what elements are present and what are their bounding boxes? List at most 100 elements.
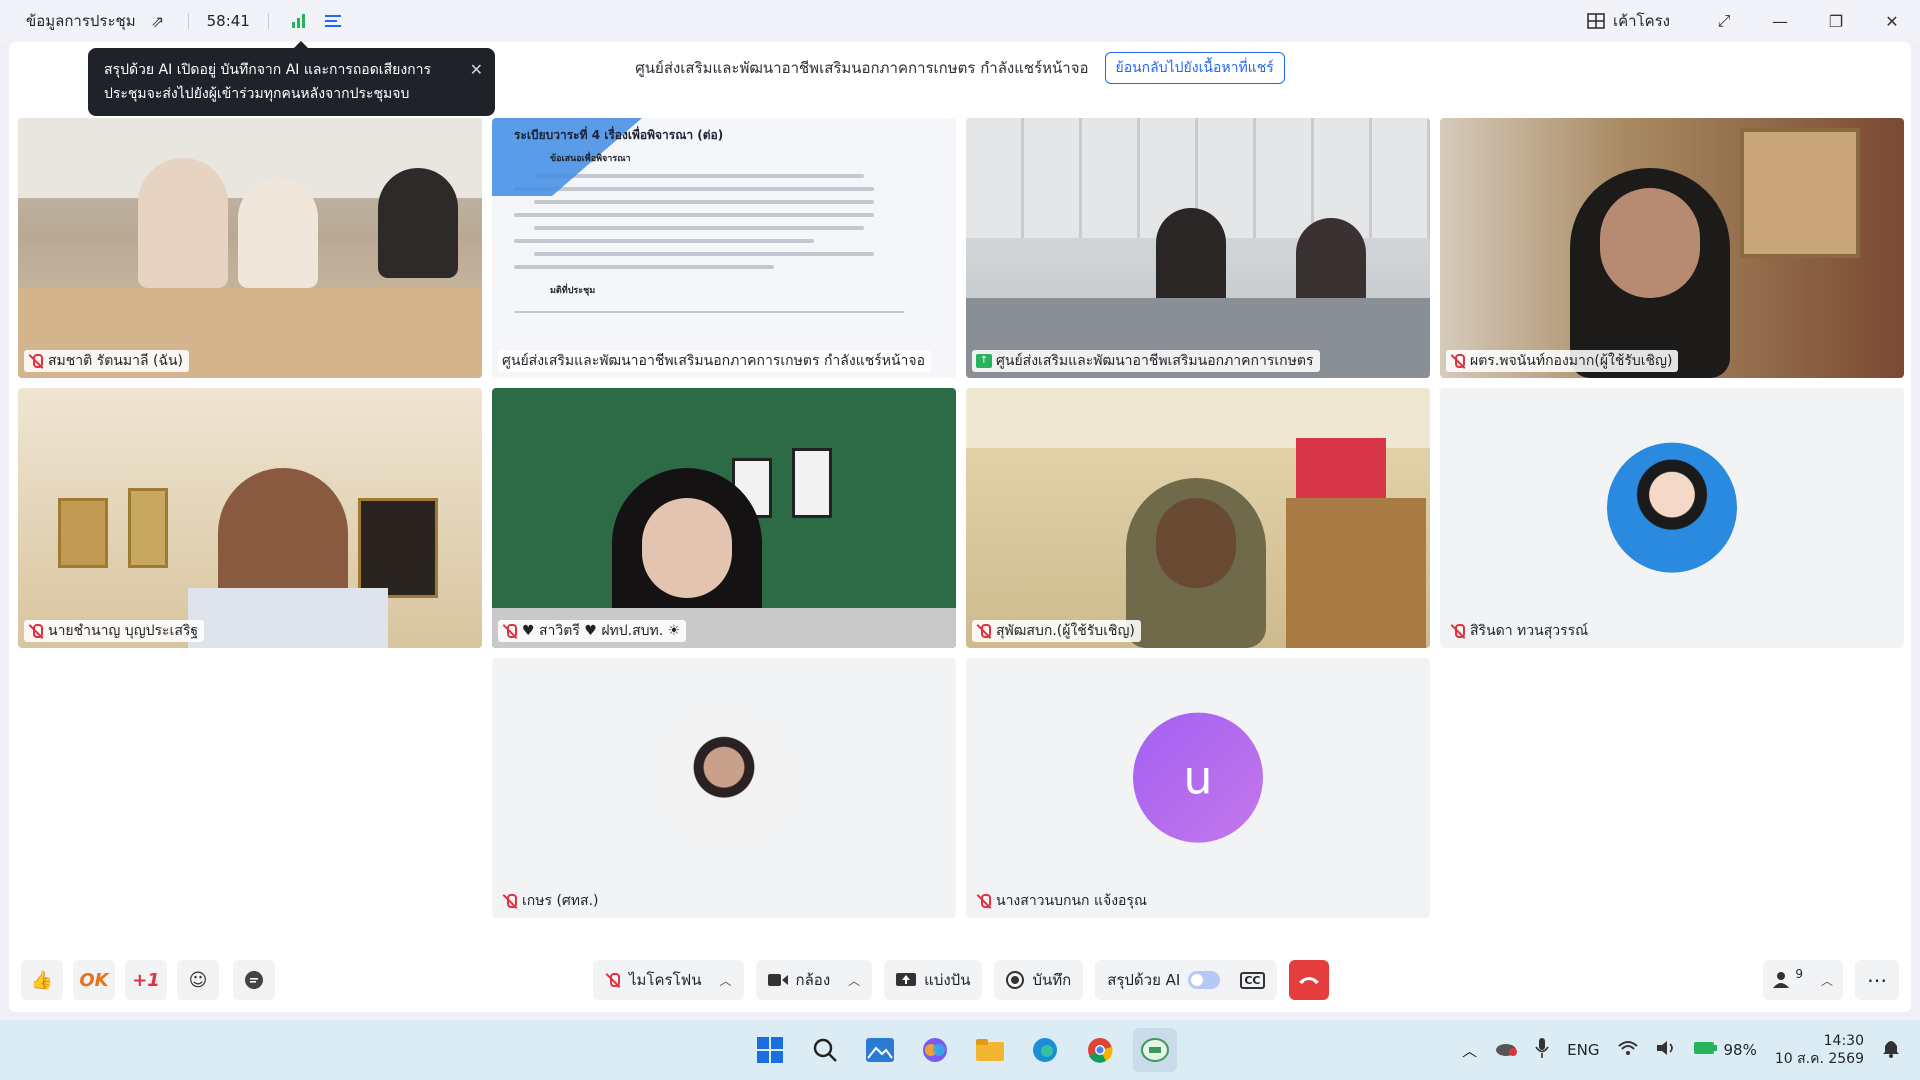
divider <box>187 13 189 29</box>
notifications-bell-icon[interactable] <box>1882 1038 1900 1062</box>
windows-start-icon[interactable] <box>748 1028 792 1072</box>
end-call-button[interactable] <box>1288 960 1329 1000</box>
video-tile[interactable]: ♥ สาวิตรี ♥ ฝทป.สบท. ☀ <box>492 388 956 648</box>
participant-name-tag: สิรินดา ทวนสุวรรณ์ <box>1446 620 1594 642</box>
participant-name-tag: นายชำนาญ บุญประเสริฐ <box>24 620 205 642</box>
screen-share-icon: ↑ <box>976 354 992 368</box>
participant-name: เกษร (ศทส.) <box>522 893 599 909</box>
restore-icon[interactable]: ❐ <box>1808 0 1864 42</box>
meeting-info-button[interactable]: ข้อมูลการประชุม <box>26 9 136 33</box>
hang-up-icon <box>1298 977 1319 984</box>
participants-button[interactable]: 9 ︿ <box>1763 960 1843 1000</box>
meeting-timer: 58:41 <box>206 12 250 30</box>
meeting-notes-icon[interactable] <box>321 9 345 33</box>
record-button[interactable]: บันทึก <box>994 960 1084 1000</box>
participant-name: นางสาวนบกนก แจ้งอรุณ <box>996 893 1147 909</box>
battery-percent: 98% <box>1723 1041 1757 1059</box>
video-tile[interactable]: นายชำนาญ บุญประเสริฐ <box>18 388 482 648</box>
mic-muted-icon <box>1450 353 1466 369</box>
mic-muted-icon <box>502 623 518 639</box>
chevron-up-icon[interactable]: ︿ <box>720 972 732 989</box>
slide-title: ระเบียบวาระที่ 4 เรื่องเพื่อพิจารณา (ต่อ… <box>514 128 724 142</box>
layout-label: เค้าโครง <box>1612 12 1670 30</box>
camera-label: กล้อง <box>795 971 831 989</box>
divider <box>267 13 269 29</box>
photos-app-icon[interactable] <box>858 1028 902 1072</box>
microphone-button[interactable]: ไมโครโฟน ︿ <box>593 960 744 1000</box>
camera-button[interactable]: กล้อง ︿ <box>755 960 873 1000</box>
ai-summary-control: สรุปด้วย AI CC <box>1095 960 1277 1000</box>
participant-name-tag: สมชาติ รัตนมาลี (ฉัน) <box>24 350 190 372</box>
record-icon <box>1006 971 1025 989</box>
system-tray: ︿ ENG 98% 14:30 10 ส.ค. 2569 <box>1462 1020 1900 1080</box>
minimize-icon[interactable]: — <box>1752 0 1808 42</box>
mic-muted-icon <box>605 972 621 988</box>
video-tile[interactable]: สุพัฒสบก.(ผู้ใช้รับเชิญ) <box>966 388 1430 648</box>
captions-icon[interactable]: CC <box>1240 971 1265 989</box>
video-tile[interactable]: ผตร.พจนันท์กองมาก(ผู้ใช้รับเชิญ) <box>1440 118 1904 378</box>
grid-icon <box>1587 13 1605 29</box>
ok-reaction-button[interactable]: OK <box>73 960 115 1000</box>
participants-icon <box>1773 972 1790 988</box>
chat-icon[interactable] <box>233 960 275 1000</box>
video-tile[interactable]: ↑ ศูนย์ส่งเสริมและพัฒนาอาชีพเสริมนอกภาคก… <box>966 118 1430 378</box>
participant-name-tag: เกษร (ศทส.) <box>498 890 605 912</box>
network-signal-icon[interactable] <box>287 9 311 33</box>
chevron-up-icon[interactable]: ︿ <box>1462 1040 1477 1061</box>
file-explorer-icon[interactable] <box>968 1028 1012 1072</box>
ai-summary-toggle[interactable] <box>1188 971 1221 989</box>
thumbs-up-reaction-button[interactable]: 👍 <box>21 960 63 1000</box>
share-screen-button[interactable]: แบ่งปัน <box>884 960 983 1000</box>
participant-name: ศูนย์ส่งเสริมและพัฒนาอาชีพเสริมนอกภาคการ… <box>996 353 1314 369</box>
layout-button[interactable]: เค้าโครง <box>1587 9 1670 33</box>
onedrive-icon[interactable] <box>1495 1040 1518 1060</box>
camera-icon <box>767 974 788 986</box>
copilot-app-icon[interactable] <box>913 1028 957 1072</box>
back-to-shared-content-button[interactable]: ย้อนกลับไปยังเนื้อหาที่แชร์ <box>1104 52 1285 84</box>
search-icon[interactable] <box>803 1028 847 1072</box>
video-feed <box>966 388 1430 648</box>
participant-avatar <box>659 712 789 843</box>
meeting-app-icon[interactable] <box>1133 1028 1177 1072</box>
mic-muted-icon <box>976 893 992 909</box>
shared-screen-tile[interactable]: ระเบียบวาระที่ 4 เรื่องเพื่อพิจารณา (ต่อ… <box>492 118 956 378</box>
emoji-reaction-button[interactable]: ☺ <box>177 960 219 1000</box>
clock-date: 10 ส.ค. 2569 <box>1774 1051 1864 1067</box>
battery-icon[interactable] <box>1693 1041 1718 1059</box>
participant-name: สมชาติ รัตนมาลี (ฉัน) <box>48 353 184 369</box>
participant-name-tag: ↑ ศูนย์ส่งเสริมและพัฒนาอาชีพเสริมนอกภาคก… <box>972 350 1320 372</box>
input-language[interactable]: ENG <box>1567 1041 1599 1059</box>
edge-browser-icon[interactable] <box>1023 1028 1067 1072</box>
mic-muted-icon <box>502 893 518 909</box>
mic-muted-icon <box>28 353 44 369</box>
share-link-icon[interactable]: ⇗ <box>146 9 170 33</box>
video-feed <box>18 388 482 648</box>
ai-tooltip-text: สรุปด้วย AI เปิดอยู่ บันทึกจาก AI และการ… <box>104 62 432 102</box>
close-icon[interactable]: ✕ <box>1864 0 1920 42</box>
avatar-tile[interactable]: u นางสาวนบกนก แจ้งอรุณ <box>966 658 1430 918</box>
more-options-button[interactable]: ⋯ <box>1855 960 1899 1000</box>
chrome-browser-icon[interactable] <box>1078 1028 1122 1072</box>
participant-name: นายชำนาญ บุญประเสริฐ <box>48 623 199 639</box>
participant-name: สุพัฒสบก.(ผู้ใช้รับเชิญ) <box>996 623 1135 639</box>
avatar-tile[interactable]: เกษร (ศทส.) <box>492 658 956 918</box>
video-tile[interactable]: สมชาติ รัตนมาลี (ฉัน) <box>18 118 482 378</box>
call-controls: ไมโครโฟน ︿ กล้อง ︿ แบ่งปัน บันทึก สรุปด้… <box>593 960 1329 1000</box>
plus-one-reaction-button[interactable]: +1 <box>125 960 167 1000</box>
chevron-up-icon[interactable]: ︿ <box>1821 972 1833 989</box>
ai-summary-label: สรุปด้วย AI <box>1107 971 1181 989</box>
close-icon[interactable]: ✕ <box>470 58 483 82</box>
meeting-area: ศูนย์ส่งเสริมและพัฒนาอาชีพเสริมนอกภาคการ… <box>9 41 1911 1012</box>
chevron-up-icon[interactable]: ︿ <box>848 972 860 989</box>
video-feed <box>1440 118 1904 378</box>
fullscreen-icon[interactable]: ⤢ <box>1696 0 1752 42</box>
video-feed <box>966 118 1430 378</box>
volume-icon[interactable] <box>1656 1040 1676 1060</box>
wifi-icon[interactable] <box>1617 1040 1638 1060</box>
avatar-tile[interactable]: สิรินดา ทวนสุวรรณ์ <box>1440 388 1904 648</box>
reactions-bar: 👍 OK +1 ☺ <box>21 960 275 1000</box>
system-clock[interactable]: 14:30 10 ส.ค. 2569 <box>1775 1032 1864 1068</box>
microphone-icon[interactable] <box>1535 1038 1549 1062</box>
os-taskbar: ︿ ENG 98% 14:30 10 ส.ค. 2569 <box>0 1020 1920 1080</box>
participant-name: ♥ สาวิตรี ♥ ฝทป.สบท. ☀ <box>522 623 681 639</box>
